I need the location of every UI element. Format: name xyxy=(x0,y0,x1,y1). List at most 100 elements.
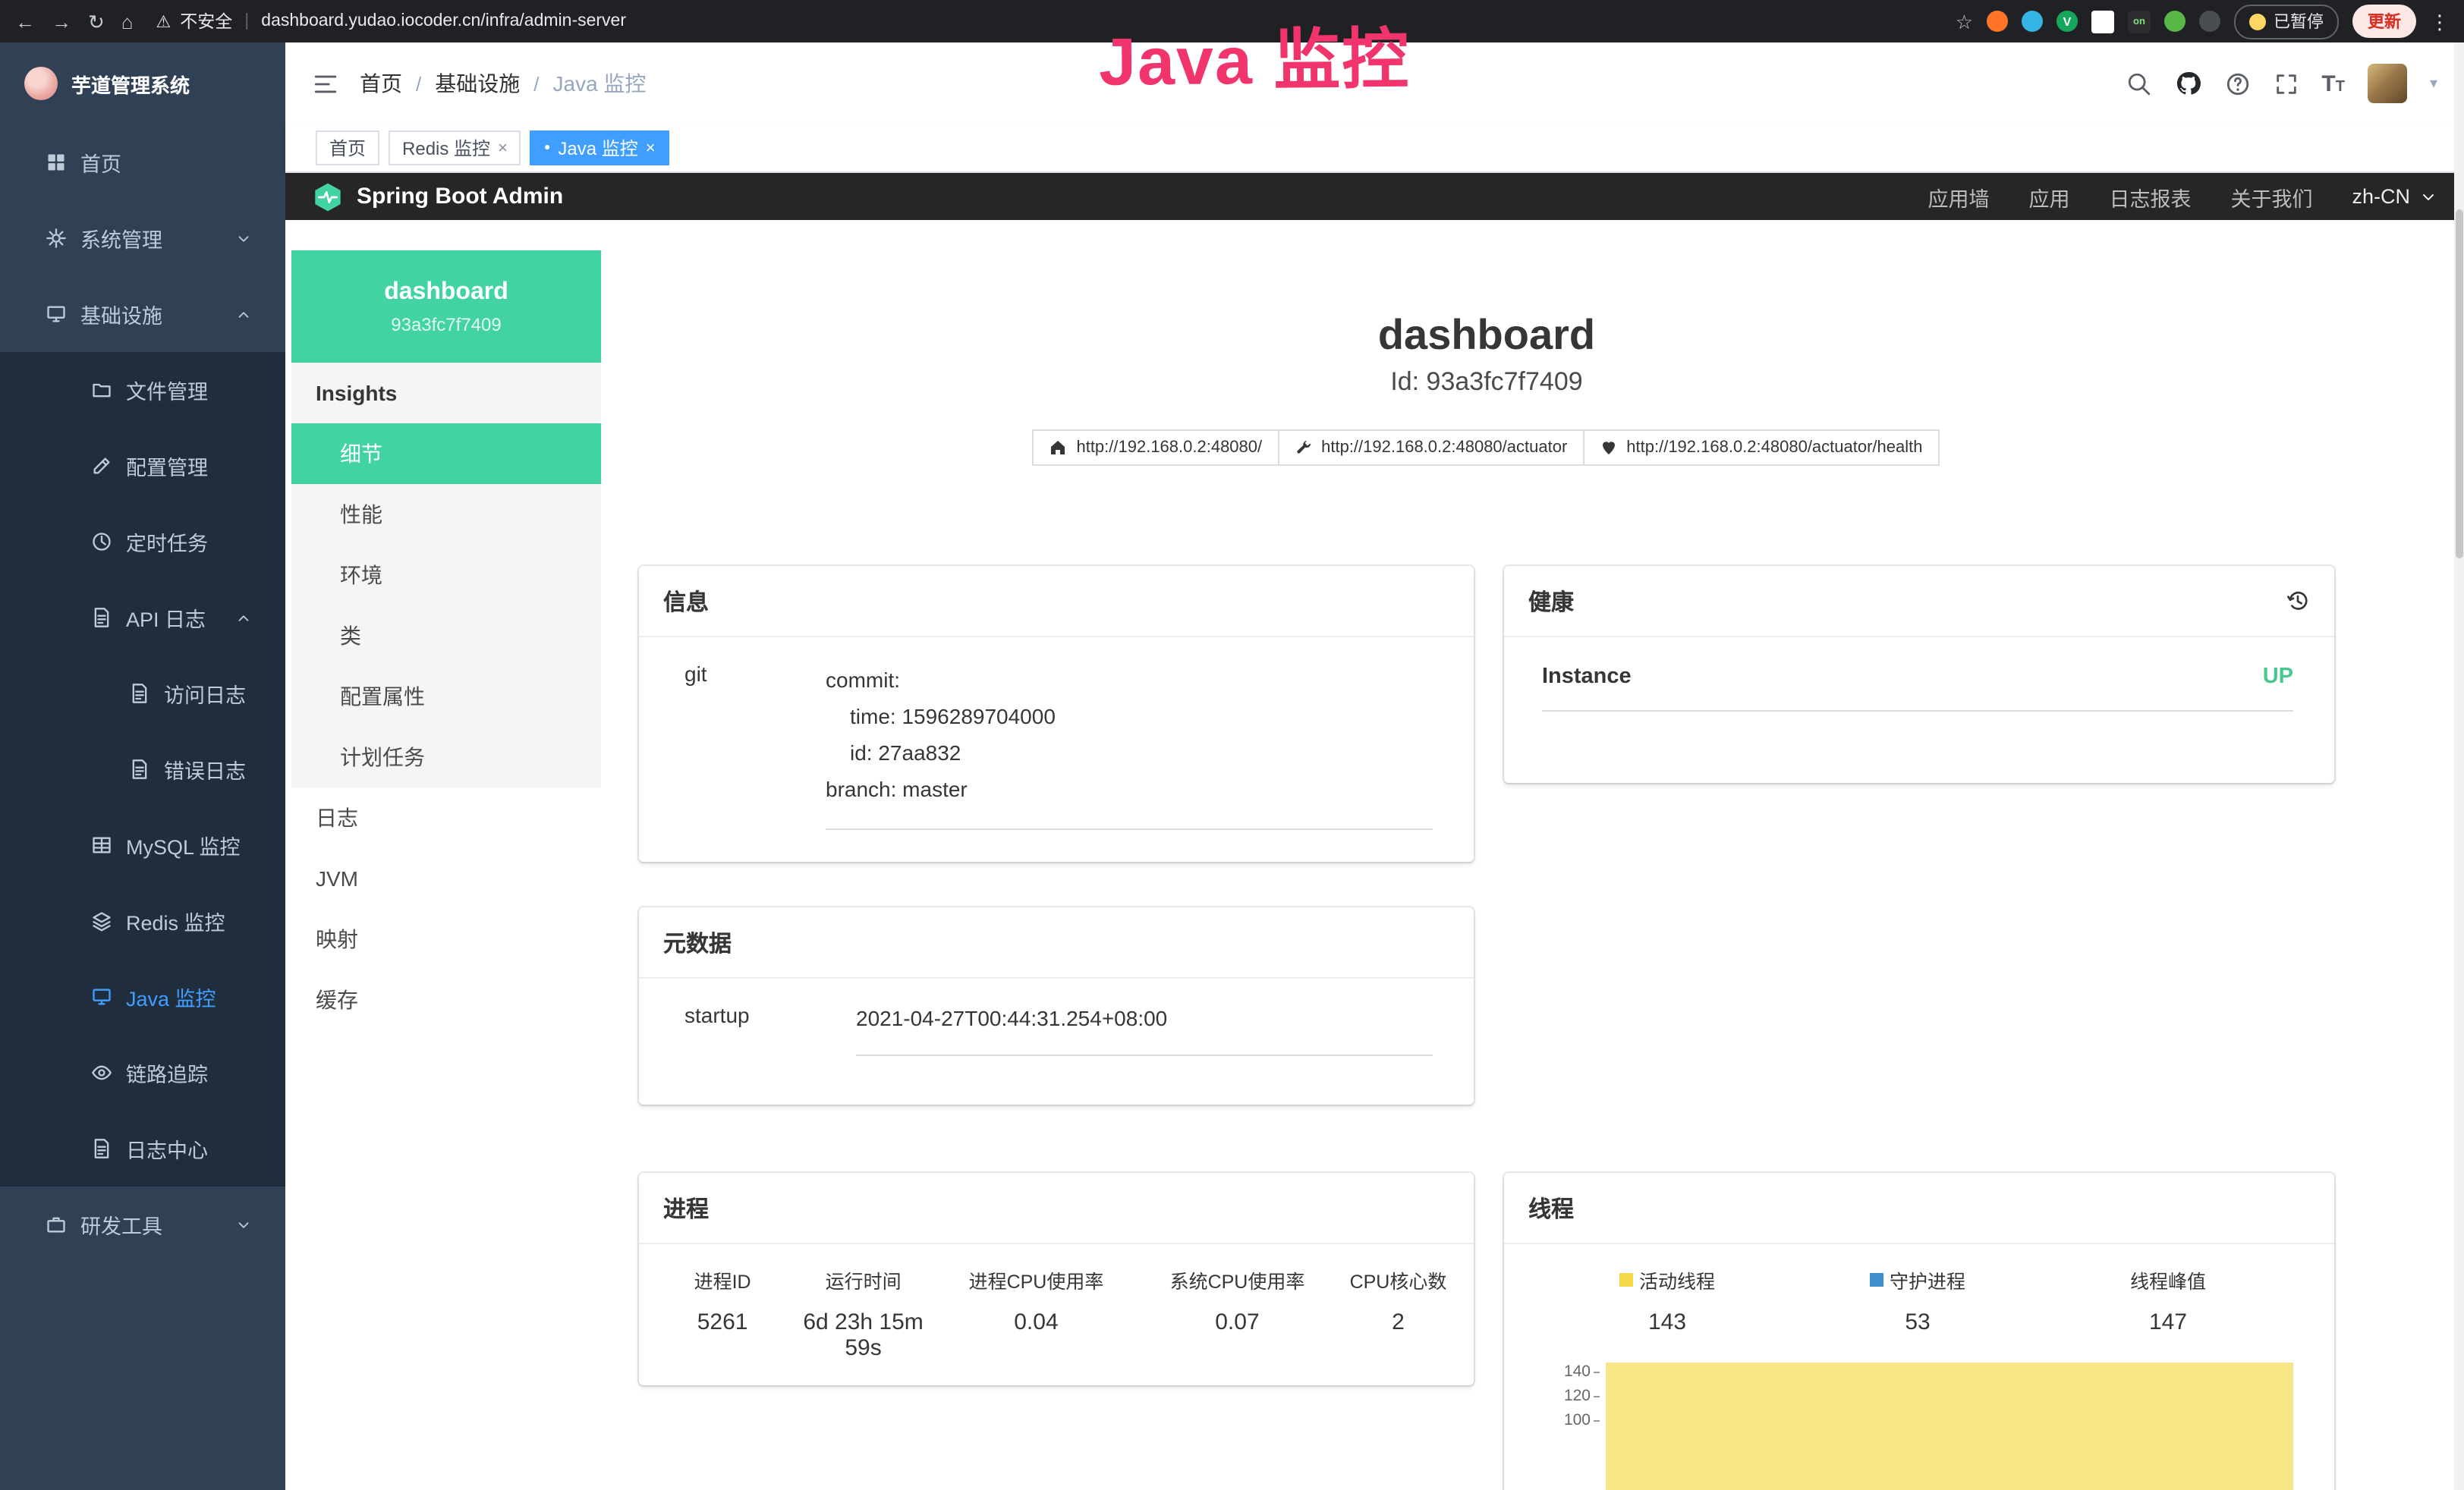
sba-item-mappings[interactable]: 映射 xyxy=(291,909,601,970)
app-logo[interactable]: 芋道管理系统 xyxy=(0,42,285,124)
sba-item-details[interactable]: 细节 xyxy=(291,423,601,484)
extension-icon-2[interactable] xyxy=(2022,11,2043,32)
sidebar-item-error-logs[interactable]: 错误日志 xyxy=(0,731,285,807)
sba-item-performance[interactable]: 性能 xyxy=(291,484,601,545)
actuator-url-button[interactable]: http://192.168.0.2:48080/actuator xyxy=(1277,429,1584,466)
tab-java-monitor[interactable]: ●Java 监控× xyxy=(530,130,669,165)
sidebar-item-api-logs[interactable]: API 日志 xyxy=(0,580,285,655)
yudao-sidebar: 芋道管理系统 首页 系统管理 基础设施 文件管理 配置管理 定时任务 API 日… xyxy=(0,42,285,1490)
sidebar-item-scheduled-jobs[interactable]: 定时任务 xyxy=(0,504,285,580)
sba-item-classes[interactable]: 类 xyxy=(291,605,601,666)
sba-item-caches[interactable]: 缓存 xyxy=(291,970,601,1030)
paused-badge[interactable]: 已暂停 xyxy=(2234,4,2339,39)
sba-item-config-props[interactable]: 配置属性 xyxy=(291,666,601,727)
browser-home-icon[interactable]: ⌂ xyxy=(121,11,134,31)
health-card-title: 健康 xyxy=(1528,585,1574,617)
hamburger-icon[interactable] xyxy=(313,71,338,96)
language-selector[interactable]: zh-CN xyxy=(2352,185,2437,208)
sidebar-item-config-mgmt[interactable]: 配置管理 xyxy=(0,428,285,504)
tab-redis-monitor[interactable]: Redis 监控× xyxy=(389,130,521,165)
chart-plot-area xyxy=(1603,1360,2293,1432)
health-card: 健康 Instance UP xyxy=(1504,566,2334,783)
live-threads-area xyxy=(1606,1363,2293,1490)
sidebar-item-log-center[interactable]: 日志中心 xyxy=(0,1111,285,1187)
sidebar-item-dev-tools[interactable]: 研发工具 xyxy=(0,1187,285,1262)
extensions-puzzle-icon[interactable] xyxy=(2199,11,2220,32)
window-scrollbar[interactable] xyxy=(2454,42,2464,1490)
git-commit-id: id: 27aa832 xyxy=(850,734,1433,771)
sidebar-item-mysql-monitor[interactable]: MySQL 监控 xyxy=(0,807,285,883)
breadcrumb-separator: / xyxy=(533,72,539,95)
chevron-down-icon xyxy=(2419,187,2437,206)
sidebar-item-tracing[interactable]: 链路追踪 xyxy=(0,1035,285,1111)
sidebar-item-redis-monitor[interactable]: Redis 监控 xyxy=(0,883,285,959)
user-avatar[interactable] xyxy=(2368,64,2407,103)
back-icon[interactable]: ← xyxy=(15,11,35,31)
search-icon[interactable] xyxy=(2126,71,2151,96)
nav-about[interactable]: 关于我们 xyxy=(2230,181,2312,212)
avatar-caret-icon[interactable]: ▾ xyxy=(2430,75,2437,92)
forward-icon[interactable]: → xyxy=(52,11,71,31)
toolbox-icon xyxy=(46,1214,67,1235)
github-icon[interactable] xyxy=(2174,70,2201,97)
fullscreen-icon[interactable] xyxy=(2273,71,2299,96)
process-col-header: 进程ID xyxy=(654,1265,791,1294)
dashboard-icon xyxy=(46,152,67,173)
actuator-url: http://192.168.0.2:48080/actuator xyxy=(1321,439,1567,457)
sba-item-jvm[interactable]: JVM xyxy=(291,848,601,909)
process-value: 6d 23h 15m 59s xyxy=(791,1309,936,1361)
sba-brand: Spring Boot Admin xyxy=(357,184,563,209)
scrollbar-thumb[interactable] xyxy=(2456,209,2463,558)
nav-journal[interactable]: 日志报表 xyxy=(2109,181,2191,212)
sidebar-item-file-mgmt[interactable]: 文件管理 xyxy=(0,352,285,428)
sba-item-logs[interactable]: 日志 xyxy=(291,787,601,848)
sba-item-scheduled-tasks[interactable]: 计划任务 xyxy=(291,727,601,787)
bookmark-star-icon[interactable]: ☆ xyxy=(1956,11,1973,31)
extension-icon-4[interactable] xyxy=(2091,10,2114,33)
sidebar-item-home[interactable]: 首页 xyxy=(0,124,285,200)
sidebar-item-label: 错误日志 xyxy=(164,754,246,784)
tab-home[interactable]: 首页 xyxy=(316,130,379,165)
address-bar[interactable]: ⚠ 不安全 | dashboard.yudao.iocoder.cn/infra… xyxy=(156,9,627,33)
document-icon xyxy=(129,759,150,780)
browser-menu-icon[interactable]: ⋮ xyxy=(2430,11,2450,31)
tab-label: 首页 xyxy=(329,135,366,161)
help-icon[interactable] xyxy=(2224,71,2250,96)
clock-icon xyxy=(91,531,112,552)
sba-item-environment[interactable]: 环境 xyxy=(291,545,601,605)
legend-value: 53 xyxy=(1792,1309,2043,1335)
font-size-icon[interactable]: TT xyxy=(2321,71,2345,96)
security-label[interactable]: 不安全 xyxy=(180,9,232,33)
info-value: commit: time: 1596289704000 id: 27aa832 … xyxy=(826,662,1433,830)
sba-app-block[interactable]: dashboard 93a3fc7f7409 xyxy=(291,250,601,363)
sba-header: Spring Boot Admin 应用墙 应用 日志报表 关于我们 zh-CN xyxy=(285,173,2464,220)
extension-icon-6[interactable] xyxy=(2164,11,2186,32)
nav-wallboard[interactable]: 应用墙 xyxy=(1927,181,1989,212)
sidebar-item-system-mgmt[interactable]: 系统管理 xyxy=(0,200,285,276)
sidebar-item-java-monitor[interactable]: Java 监控 xyxy=(0,959,285,1035)
wrench-icon xyxy=(1294,439,1312,457)
close-icon[interactable]: × xyxy=(646,139,656,157)
history-icon[interactable] xyxy=(2286,589,2310,613)
close-icon[interactable]: × xyxy=(498,139,508,157)
extension-icon-1[interactable] xyxy=(1987,11,2008,32)
sidebar-item-infrastructure[interactable]: 基础设施 xyxy=(0,276,285,352)
spring-boot-admin-logo xyxy=(313,181,343,212)
health-url-button[interactable]: http://192.168.0.2:48080/actuator/health xyxy=(1582,429,1939,466)
health-instance-label: Instance xyxy=(1542,665,1632,689)
extension-icon-3[interactable]: V xyxy=(2056,11,2078,32)
extension-icon-5[interactable]: on xyxy=(2128,10,2151,33)
metadata-card-title: 元数据 xyxy=(639,907,1474,979)
sba-main: dashboard Id: 93a3fc7f7409 http://192.16… xyxy=(601,220,2464,1490)
nav-applications[interactable]: 应用 xyxy=(2028,181,2069,212)
sidebar-item-access-logs[interactable]: 访问日志 xyxy=(0,655,285,731)
update-button[interactable]: 更新 xyxy=(2352,5,2416,38)
legend-swatch-yellow xyxy=(1619,1273,1633,1287)
reload-icon[interactable]: ↻ xyxy=(88,11,105,31)
breadcrumb-infra[interactable]: 基础设施 xyxy=(435,68,520,99)
sba-nav: 应用墙 应用 日志报表 关于我们 zh-CN xyxy=(1927,181,2437,212)
breadcrumb-home[interactable]: 首页 xyxy=(360,68,402,99)
layers-icon xyxy=(91,910,112,932)
service-url-button[interactable]: http://192.168.0.2:48080/ xyxy=(1032,429,1279,466)
process-value: 5261 xyxy=(654,1309,791,1361)
